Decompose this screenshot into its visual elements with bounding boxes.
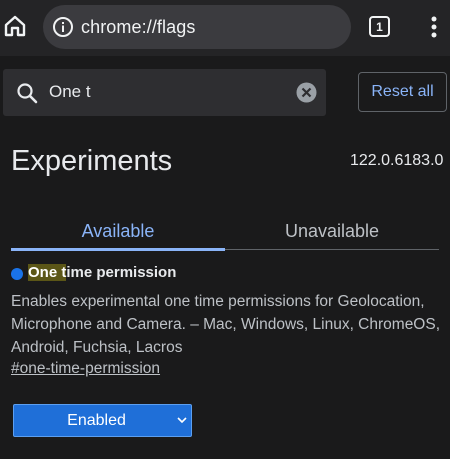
more-vert-icon <box>431 16 437 38</box>
experiment-state-select[interactable]: Enabled <box>13 404 192 437</box>
experiment-description: Enables experimental one time permission… <box>11 293 441 356</box>
tab-divider <box>225 249 439 250</box>
browser-toolbar: chrome://flags 1 <box>0 0 450 56</box>
home-button[interactable] <box>2 12 28 40</box>
chevron-down-icon <box>177 417 187 424</box>
version-label: 122.0.6183.0 <box>350 152 444 169</box>
selected-option: Enabled <box>67 411 126 429</box>
chrome-flags-page: chrome://flags 1 One t Reset all Experim… <box>0 0 450 459</box>
experiment-title: One time permission <box>28 264 176 281</box>
more-menu-button[interactable] <box>425 13 443 41</box>
flags-search-field[interactable]: One t <box>3 69 326 116</box>
experiment-title-rest: ime permission <box>66 264 177 281</box>
flag-status-dot <box>11 268 23 280</box>
reset-all-button[interactable]: Reset all <box>358 72 447 112</box>
experiment-permalink[interactable]: #one-time-permission <box>11 360 160 378</box>
search-input[interactable]: One t <box>49 82 91 102</box>
tab-available[interactable]: Available <box>11 212 225 250</box>
search-match-highlight: One t <box>28 264 67 281</box>
clear-icon[interactable] <box>296 82 317 103</box>
page-title: Experiments <box>11 145 173 177</box>
active-tab-indicator <box>11 248 225 251</box>
home-icon <box>4 15 26 37</box>
url-text: chrome://flags <box>81 17 196 37</box>
address-bar[interactable]: chrome://flags <box>43 5 351 49</box>
search-icon <box>17 83 38 104</box>
tab-count: 1 <box>376 19 383 34</box>
info-icon[interactable] <box>52 16 74 38</box>
tab-unavailable[interactable]: Unavailable <box>225 212 439 250</box>
tab-switcher-button[interactable]: 1 <box>369 16 390 37</box>
